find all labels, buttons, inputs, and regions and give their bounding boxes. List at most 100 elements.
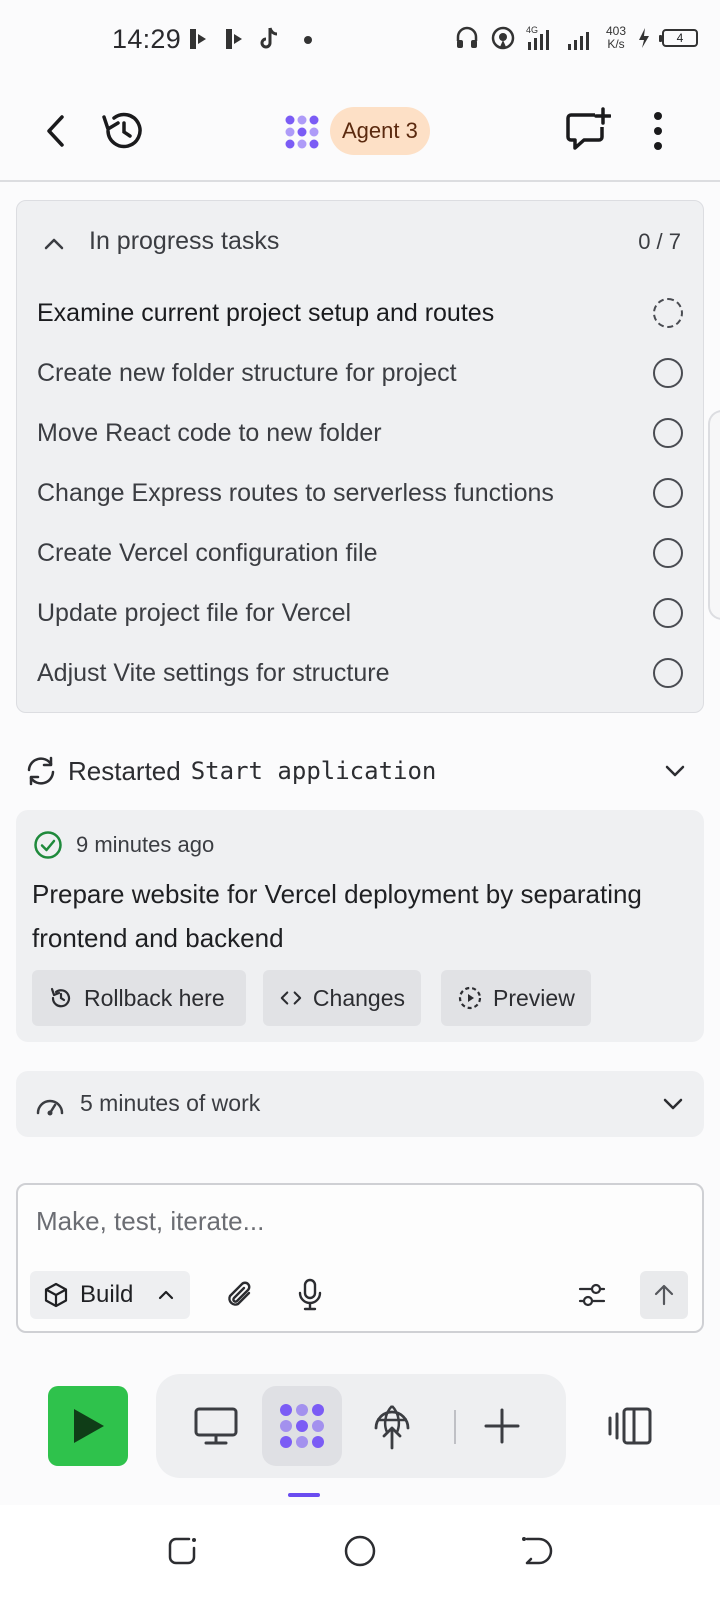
svg-text:4G: 4G: [526, 25, 538, 35]
work-summary-row[interactable]: 5 minutes of work: [16, 1071, 704, 1137]
headphones-icon: [456, 26, 478, 48]
gauge-icon: [36, 1099, 64, 1116]
task-pending-icon: [653, 358, 683, 388]
chevron-up-icon: [159, 1290, 174, 1300]
attach-button[interactable]: [216, 1271, 264, 1319]
microphone-button[interactable]: [286, 1271, 334, 1319]
tiktok-icon: [260, 27, 278, 49]
back-button[interactable]: [32, 104, 80, 158]
add-tool-button[interactable]: [462, 1386, 542, 1466]
active-tab-indicator: [288, 1493, 320, 1497]
task-pending-icon: [653, 478, 683, 508]
app-notification-icon: [190, 29, 206, 49]
status-time: 14:29: [112, 24, 182, 54]
recents-button[interactable]: [150, 1519, 214, 1583]
panels-icon: [608, 1407, 652, 1445]
work-duration: 5 minutes of work: [80, 1090, 261, 1116]
task-label: Adjust Vite settings for structure: [37, 658, 390, 687]
history-icon: [102, 112, 142, 149]
webview-tool[interactable]: [176, 1386, 256, 1466]
back-icon: [47, 115, 64, 147]
mode-label: Build: [80, 1281, 134, 1308]
history-button[interactable]: [96, 104, 148, 158]
task-label: Update project file for Vercel: [37, 598, 352, 627]
globe-deploy-icon: [374, 1405, 410, 1450]
microphone-icon: [298, 1278, 322, 1311]
plus-icon: [484, 1408, 520, 1444]
preview-label: Preview: [493, 984, 575, 1011]
panels-button[interactable]: [590, 1386, 670, 1466]
cube-icon: [44, 1282, 68, 1308]
changes-label: Changes: [312, 984, 405, 1011]
status-right: 4G 403 K/s 4: [454, 24, 698, 52]
battery-indicator: 4: [659, 29, 698, 47]
home-button[interactable]: [328, 1519, 392, 1583]
mode-selector[interactable]: Build: [30, 1271, 190, 1319]
preview-button[interactable]: Preview: [441, 970, 591, 1026]
rollback-icon: [50, 987, 71, 1008]
agent-selector[interactable]: Agent 3: [330, 107, 430, 155]
refresh-icon: [27, 756, 55, 786]
agent-tool[interactable]: [262, 1386, 342, 1466]
task-label: Create new folder structure for project: [37, 358, 457, 387]
more-button[interactable]: [640, 106, 676, 156]
net-speed: 403 K/s: [605, 24, 626, 51]
checkpoint-card: 9 minutes ago Prepare website for Vercel…: [16, 810, 704, 1042]
task-item: Change Express routes to serverless func…: [37, 463, 687, 523]
dot-icon: [304, 36, 312, 44]
new-chat-icon: [566, 107, 611, 150]
charging-icon: [639, 28, 649, 48]
monitor-icon: [194, 1407, 238, 1445]
restart-workflow-name: Start application: [190, 757, 437, 785]
side-drawer-handle[interactable]: [708, 410, 720, 620]
play-icon: [74, 1409, 104, 1443]
new-chat-button[interactable]: [562, 104, 614, 154]
send-button[interactable]: [640, 1271, 688, 1319]
notification-icons: [186, 26, 314, 52]
chevron-down-icon: [663, 1098, 683, 1110]
agent-logo-graphic: [285, 115, 319, 149]
tasks-collapse-toggle[interactable]: [39, 229, 69, 259]
checkpoint-time: 9 minutes ago: [76, 832, 215, 857]
prompt-input[interactable]: [36, 1201, 676, 1241]
checkpoint-description: Prepare website for Vercel deployment by…: [32, 879, 642, 953]
composer: Build: [16, 1183, 704, 1333]
signal-icon: [567, 32, 589, 50]
tasks-card: In progress tasks 0 / 7 Examine current …: [16, 200, 704, 713]
system-back-button[interactable]: [504, 1519, 568, 1583]
arrow-up-icon: [654, 1284, 674, 1306]
workspace-toolbar: [156, 1374, 566, 1478]
rollback-label: Rollback here: [84, 984, 225, 1011]
task-pending-icon: [653, 418, 683, 448]
deploy-tool[interactable]: [352, 1386, 432, 1466]
more-icon: [654, 112, 662, 150]
home-circle-icon: [344, 1535, 376, 1567]
agent-logo-icon: [284, 114, 320, 150]
changes-button[interactable]: Changes: [263, 970, 421, 1026]
restart-event-row[interactable]: Restarted Start application: [24, 748, 696, 794]
system-nav-bar: [0, 1505, 720, 1600]
recents-icon: [168, 1537, 196, 1565]
check-circle-icon: [34, 831, 62, 859]
task-label: Change Express routes to serverless func…: [37, 478, 554, 507]
settings-button[interactable]: [568, 1271, 616, 1319]
task-label: Examine current project setup and routes: [37, 298, 495, 327]
task-item: Adjust Vite settings for structure: [37, 643, 687, 703]
paperclip-icon: [228, 1281, 251, 1306]
task-item: Create Vercel configuration file: [37, 523, 687, 583]
preview-icon: [458, 986, 482, 1010]
task-pending-icon: [653, 538, 683, 568]
run-button[interactable]: [48, 1386, 128, 1466]
rollback-button[interactable]: Rollback here: [32, 970, 246, 1026]
task-item: Examine current project setup and routes: [37, 283, 687, 343]
tasks-count: 0 / 7: [638, 229, 681, 254]
toolbar-divider: [454, 1410, 456, 1444]
agent-logo-icon: [280, 1404, 324, 1448]
task-label: Move React code to new folder: [37, 418, 382, 447]
code-icon: [280, 991, 302, 1005]
hotspot-icon: [491, 26, 515, 50]
chevron-up-icon: [44, 238, 64, 250]
signal-4g-icon: 4G: [526, 25, 549, 50]
system-back-icon: [522, 1537, 553, 1565]
task-label: Create Vercel configuration file: [37, 538, 378, 567]
